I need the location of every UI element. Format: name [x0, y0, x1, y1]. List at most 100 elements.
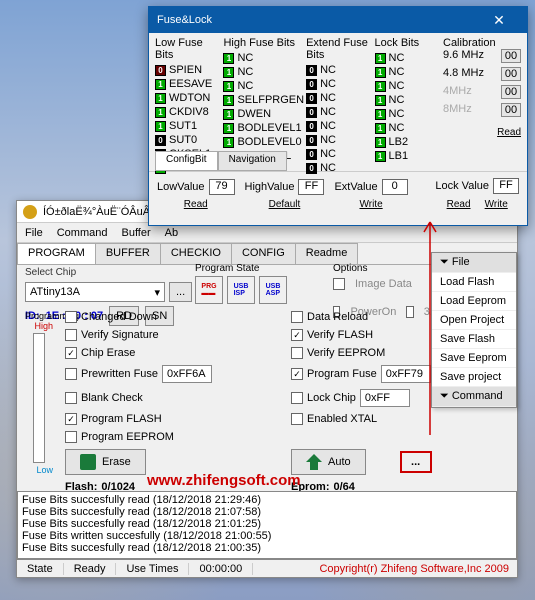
fuse-bit-row[interactable]: 1NC [223, 79, 304, 93]
fuse-bit-row[interactable]: 1BODLEVEL0 [223, 135, 304, 149]
calib-row: 4.8 MHz00 [443, 67, 521, 81]
fuse-bit-row[interactable]: 1NC [375, 51, 441, 65]
tab-checkio[interactable]: CHECKIO [160, 243, 232, 264]
lock-bits-column: Lock Bits 1NC1NC1NC1NC1NC1NC1LB21LB1 [375, 37, 441, 147]
program-flash-checkbox[interactable] [65, 413, 77, 425]
fuse-read-link[interactable]: Read [184, 199, 208, 210]
lock-bits-header: Lock Bits [375, 37, 441, 49]
bit-indicator: 1 [223, 123, 234, 134]
bit-name: WDTON [169, 92, 210, 104]
lockvalue-input[interactable]: FF [493, 178, 519, 194]
calib-read-link[interactable]: Read [443, 127, 521, 138]
navigation-tab[interactable]: Navigation [218, 151, 287, 171]
lock-read-link[interactable]: Read [447, 199, 471, 210]
fuse-bit-row[interactable]: 1DWEN [223, 107, 304, 121]
prewritten-fuse-input[interactable]: 0xFF6A [162, 365, 212, 383]
configbit-tab[interactable]: ConfigBit [155, 151, 218, 171]
calib-header: Calibration [443, 37, 496, 49]
program-eeprom-checkbox[interactable] [65, 431, 77, 443]
erase-button[interactable]: Erase [65, 449, 146, 475]
tab-config[interactable]: CONFIG [231, 243, 296, 264]
fuse-bit-row[interactable]: 1NC [375, 79, 441, 93]
verify-flash-checkbox[interactable] [291, 329, 303, 341]
auto-button[interactable]: Auto [291, 449, 366, 475]
program-fuse-input[interactable]: 0xFF79 [381, 365, 431, 383]
verify-eeprom-checkbox[interactable] [291, 347, 303, 359]
fuse-bit-row[interactable]: 0NC [306, 105, 372, 119]
extvalue-label: ExtValue [334, 181, 377, 193]
fuse-bit-row[interactable]: 1NC [375, 93, 441, 107]
bit-indicator: 0 [155, 135, 166, 146]
highvalue-input[interactable]: FF [298, 179, 324, 195]
fuse-bit-row[interactable]: 1CKDIV8 [155, 105, 221, 119]
chip-dropdown[interactable]: ATtiny13A ▾ [25, 282, 165, 302]
lock-write-link[interactable]: Write [485, 199, 508, 210]
chip-value: ATtiny13A [30, 286, 80, 298]
fuse-bit-row[interactable]: 1NC [375, 107, 441, 121]
menu-save-project[interactable]: Save project [432, 368, 516, 387]
prewritten-fuse-checkbox[interactable] [65, 368, 77, 380]
menu-about[interactable]: Ab [165, 227, 178, 239]
extvalue-input[interactable]: 0 [382, 179, 408, 195]
fuse-bit-row[interactable]: 1LB2 [375, 135, 441, 149]
fuse-bit-row[interactable]: 1EESAVE [155, 77, 221, 91]
menu-load-flash[interactable]: Load Flash [432, 273, 516, 292]
fuse-bit-row[interactable]: 0SUT0 [155, 133, 221, 147]
image-data-checkbox[interactable] [333, 278, 345, 290]
menu-load-eeprom[interactable]: Load Eeprom [432, 292, 516, 311]
fuse-bit-row[interactable]: 0NC [306, 161, 372, 175]
auto-icon [306, 454, 322, 470]
fuse-bit-row[interactable]: 0NC [306, 133, 372, 147]
enabled-xtal-checkbox[interactable] [291, 413, 303, 425]
chip-browse-button[interactable]: ... [169, 282, 192, 302]
fuse-bit-row[interactable]: 1SUT1 [155, 119, 221, 133]
menu-open-project[interactable]: Open Project [432, 311, 516, 330]
lock-chip-input[interactable]: 0xFF [360, 389, 410, 407]
image-data-label: Image Data [355, 278, 412, 290]
fuse-bit-row[interactable]: 1NC [375, 65, 441, 79]
tab-program[interactable]: PROGRAM [17, 243, 96, 264]
blank-check-checkbox[interactable] [65, 392, 77, 404]
fuse-bit-row[interactable]: 0NC [306, 119, 372, 133]
chip-erase-checkbox[interactable] [65, 347, 77, 359]
menu-command[interactable]: Command [57, 227, 108, 239]
tab-buffer[interactable]: BUFFER [95, 243, 161, 264]
usb-icon[interactable]: USBISP [227, 276, 255, 304]
fuse-bit-row[interactable]: 1LB1 [375, 149, 441, 163]
fuse-bit-row[interactable]: 0NC [306, 147, 372, 161]
bit-indicator: 0 [306, 135, 317, 146]
program-fuse-checkbox[interactable] [291, 368, 303, 380]
fuse-bit-row[interactable]: 1WDTON [155, 91, 221, 105]
fuse-bit-row[interactable]: 1SELFPRGEN [223, 93, 304, 107]
ext-fuse-header: Extend Fuse Bits [306, 37, 372, 61]
fuse-bit-row[interactable]: 0NC [306, 77, 372, 91]
fuse-bit-row[interactable]: 0NC [306, 91, 372, 105]
menu-file[interactable]: File [25, 227, 43, 239]
fuse-bit-row[interactable]: 1NC [223, 65, 304, 79]
verify-sig-checkbox[interactable] [65, 329, 77, 341]
bit-name: NC [320, 148, 336, 160]
enabled-xtal-label: Enabled XTAL [307, 413, 377, 425]
fuse-bit-row[interactable]: 1BODLEVEL1 [223, 121, 304, 135]
log-panel[interactable]: Fuse Bits succesfully read (18/12/2018 2… [17, 491, 517, 559]
fuse-titlebar[interactable]: Fuse&Lock ✕ [149, 7, 527, 33]
menu-buffer[interactable]: Buffer [121, 227, 150, 239]
ellipsis-button[interactable]: ... [400, 451, 432, 473]
fuse-default-link[interactable]: Default [269, 199, 301, 210]
tab-readme[interactable]: Readme [295, 243, 359, 264]
fuse-bit-row[interactable]: 0SPIEN [155, 63, 221, 77]
fuse-bit-row[interactable]: 0NC [306, 63, 372, 77]
fuse-bit-row[interactable]: 1NC [375, 121, 441, 135]
fuse-write-link[interactable]: Write [359, 199, 382, 210]
fuse-bit-row[interactable]: 1NC [223, 51, 304, 65]
menu-save-flash[interactable]: Save Flash [432, 330, 516, 349]
prg-icon[interactable]: PRG▬▬ [195, 276, 223, 304]
asp-icon[interactable]: USBASP [259, 276, 287, 304]
app-icon [23, 205, 37, 219]
data-reload-checkbox[interactable] [291, 311, 303, 323]
menu-save-eeprom[interactable]: Save Eeprom [432, 349, 516, 368]
lock-chip-checkbox[interactable] [291, 392, 303, 404]
changed-down-checkbox[interactable] [65, 311, 77, 323]
lowvalue-input[interactable]: 79 [209, 179, 235, 195]
close-button[interactable]: ✕ [479, 9, 519, 31]
